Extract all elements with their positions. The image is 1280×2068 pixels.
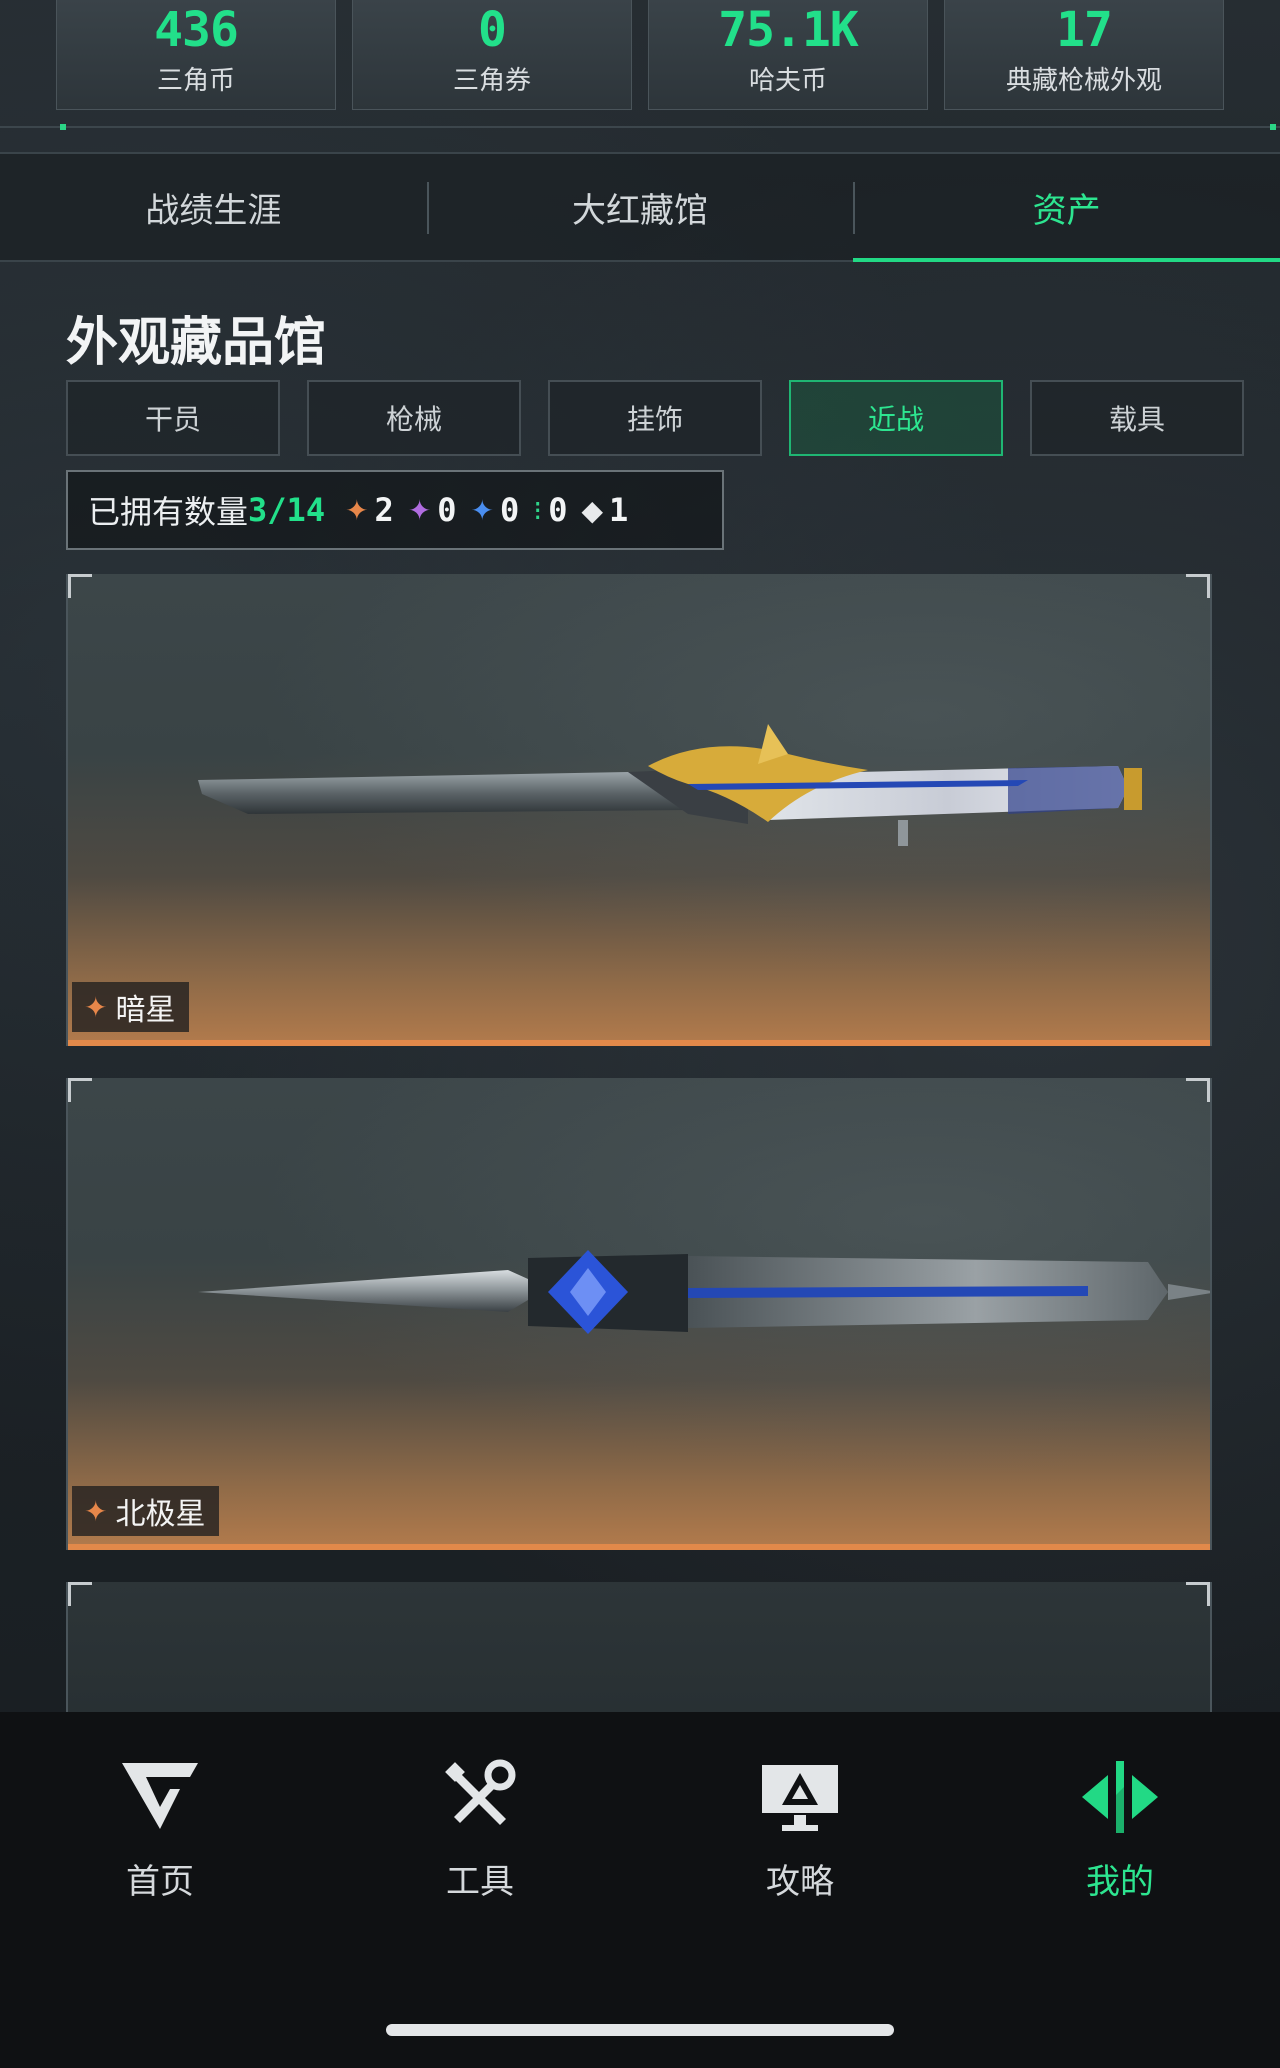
home-indicator[interactable] — [386, 2024, 894, 2036]
owned-count: 3/14 — [248, 491, 326, 529]
stat-label: 三角券 — [452, 66, 531, 96]
filter-charms[interactable]: 挂饰 — [548, 380, 762, 456]
rarity-count: 1 — [609, 491, 629, 529]
nav-label: 首页 — [126, 1861, 194, 1902]
nav-label: 工具 — [446, 1861, 514, 1902]
tab-red-collection[interactable]: 大红藏馆 — [426, 154, 854, 260]
item-name: 北极星 — [115, 1497, 206, 1532]
filter-melee[interactable]: 近战 — [789, 380, 1003, 456]
item-name-tag: ✦ 北极星 — [72, 1486, 220, 1536]
frame-corner — [68, 1078, 92, 1102]
owned-count-bar: 已拥有数量 3/14 ✦ 2 ✦ 0 ✦ 0 ⁝ 0 ◆ 1 — [66, 470, 724, 550]
rarity-count: 2 — [374, 491, 394, 529]
filter-operators[interactable]: 干员 — [66, 380, 280, 456]
stat-triangle-coin[interactable]: 436 三角币 — [56, 0, 336, 110]
filter-firearms[interactable]: 枪械 — [307, 380, 521, 456]
rarity-count: 0 — [437, 491, 457, 529]
stat-collection-skins[interactable]: 17 典藏枪械外观 — [944, 0, 1224, 110]
stat-value: 0 — [478, 2, 507, 58]
nav-home[interactable]: 首页 — [0, 1712, 320, 1942]
stat-haf-coin[interactable]: 75.1K 哈夫币 — [648, 0, 928, 110]
diamond-icon: ✦ — [470, 493, 495, 527]
tools-icon — [435, 1752, 525, 1842]
tab-career[interactable]: 战绩生涯 — [0, 154, 427, 260]
item-card-partial[interactable] — [66, 1582, 1212, 1712]
rarity-green: ⁝ 0 — [533, 491, 567, 529]
nav-label: 我的 — [1086, 1861, 1154, 1902]
knife-image — [198, 1250, 1210, 1334]
item-name: 暗星 — [115, 993, 176, 1028]
diamond-icon: ✦ — [84, 990, 108, 1024]
stat-label: 典藏枪械外观 — [1005, 66, 1162, 96]
currency-stats: 436 三角币 0 三角券 75.1K 哈夫币 17 典藏枪械外观 — [56, 0, 1224, 112]
item-name-tag: ✦ 暗星 — [72, 982, 190, 1032]
stats-divider — [0, 126, 1280, 128]
diamond-icon: ◆ — [581, 493, 603, 527]
rarity-count: 0 — [500, 491, 520, 529]
nav-label: 攻略 — [766, 1861, 834, 1902]
stat-triangle-ticket[interactable]: 0 三角券 — [352, 0, 632, 110]
rarity-count: 0 — [548, 491, 568, 529]
rarity-white: ◆ 1 — [581, 491, 628, 529]
diamond-icon: ⁝ — [533, 493, 543, 527]
stat-label: 哈夫币 — [748, 66, 827, 96]
filter-vehicles[interactable]: 载具 — [1030, 380, 1244, 456]
profile-diamond-icon — [1075, 1752, 1165, 1842]
stat-label: 三角币 — [156, 66, 235, 96]
owned-label: 已拥有数量 — [88, 493, 249, 531]
rarity-bar — [68, 1544, 1210, 1550]
home-g-icon — [115, 1752, 205, 1842]
divider-accent — [1270, 124, 1276, 130]
category-filters: 干员 枪械 挂饰 近战 载具 — [66, 380, 1244, 456]
stat-value: 436 — [154, 2, 239, 58]
main-tabs: 战绩生涯 大红藏馆 资产 — [0, 152, 1280, 262]
divider-accent — [60, 124, 66, 130]
rarity-orange: ✦ 2 — [345, 491, 394, 529]
diamond-icon: ✦ — [407, 493, 432, 527]
guide-monitor-icon — [755, 1752, 845, 1842]
item-card-polaris[interactable]: ✦ 北极星 — [66, 1078, 1212, 1550]
diamond-icon: ✦ — [345, 493, 369, 527]
rarity-bar — [68, 1040, 1210, 1046]
frame-corner — [1186, 1582, 1210, 1606]
nav-tools[interactable]: 工具 — [320, 1712, 640, 1942]
rarity-purple: ✦ 0 — [408, 491, 457, 529]
frame-corner — [68, 1582, 92, 1606]
nav-profile[interactable]: 我的 — [960, 1712, 1280, 1942]
bottom-navigation: 首页 工具 攻略 我的 — [0, 1712, 1280, 2068]
stat-value: 75.1K — [718, 2, 858, 58]
item-card-dark-star[interactable]: ✦ 暗星 — [66, 574, 1212, 1046]
stat-value: 17 — [1056, 2, 1113, 58]
page-title: 外观藏品馆 — [66, 313, 327, 373]
tab-assets[interactable]: 资产 — [853, 154, 1280, 262]
frame-corner — [1186, 574, 1210, 598]
nav-guide[interactable]: 攻略 — [640, 1712, 960, 1942]
diamond-icon: ✦ — [84, 1494, 108, 1528]
frame-corner — [1186, 1078, 1210, 1102]
frame-corner — [68, 574, 92, 598]
knife-image — [198, 724, 1142, 846]
rarity-blue: ✦ 0 — [471, 491, 520, 529]
